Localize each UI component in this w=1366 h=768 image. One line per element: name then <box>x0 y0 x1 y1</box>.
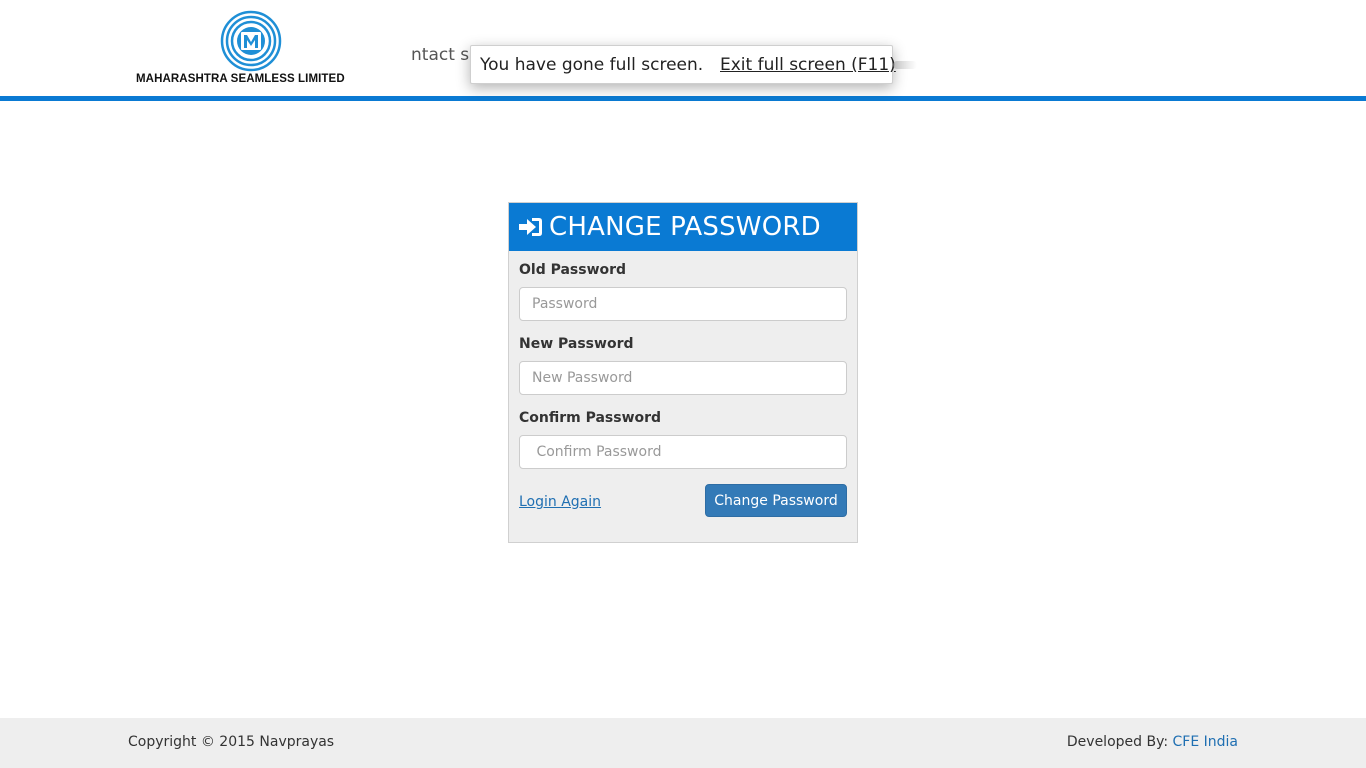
old-password-input[interactable] <box>519 287 847 321</box>
old-password-label: Old Password <box>519 262 627 278</box>
login-again-link[interactable]: Login Again <box>519 494 601 510</box>
new-password-input[interactable] <box>519 361 847 395</box>
panel-header: CHANGE PASSWORD <box>509 203 857 251</box>
confirm-password-label: Confirm Password <box>519 410 662 426</box>
site-footer: Copyright © 2015 Navprayas Developed By:… <box>0 718 1366 768</box>
fullscreen-notification: You have gone full screen. Exit full scr… <box>470 45 896 84</box>
developed-by-label: Developed By: <box>1066 734 1169 750</box>
sign-in-icon <box>519 217 543 237</box>
confirm-password-input[interactable] <box>519 435 847 469</box>
logo-emblem-icon <box>220 10 282 72</box>
notification-shadow <box>893 61 917 69</box>
header-divider <box>0 96 1366 101</box>
panel-title: CHANGE PASSWORD <box>549 212 821 242</box>
copyright-text: Copyright © 2015 Navprayas <box>128 734 335 750</box>
exit-fullscreen-link[interactable]: Exit full screen (F11) <box>720 55 896 75</box>
change-password-button[interactable]: Change Password <box>705 484 847 517</box>
company-name: MAHARASHTRA SEAMLESS LIMITED <box>136 73 345 85</box>
developer-link[interactable]: CFE India <box>1173 734 1238 750</box>
new-password-label: New Password <box>519 336 634 352</box>
change-password-panel: CHANGE PASSWORD Old Password New Passwor… <box>508 202 858 543</box>
fullscreen-message: You have gone full screen. <box>480 55 704 75</box>
nav-link-contact[interactable]: ntact su <box>411 44 473 66</box>
developer-credit: Developed By: CFE India <box>1067 734 1238 750</box>
company-logo[interactable]: MAHARASHTRA SEAMLESS LIMITED <box>136 10 368 90</box>
